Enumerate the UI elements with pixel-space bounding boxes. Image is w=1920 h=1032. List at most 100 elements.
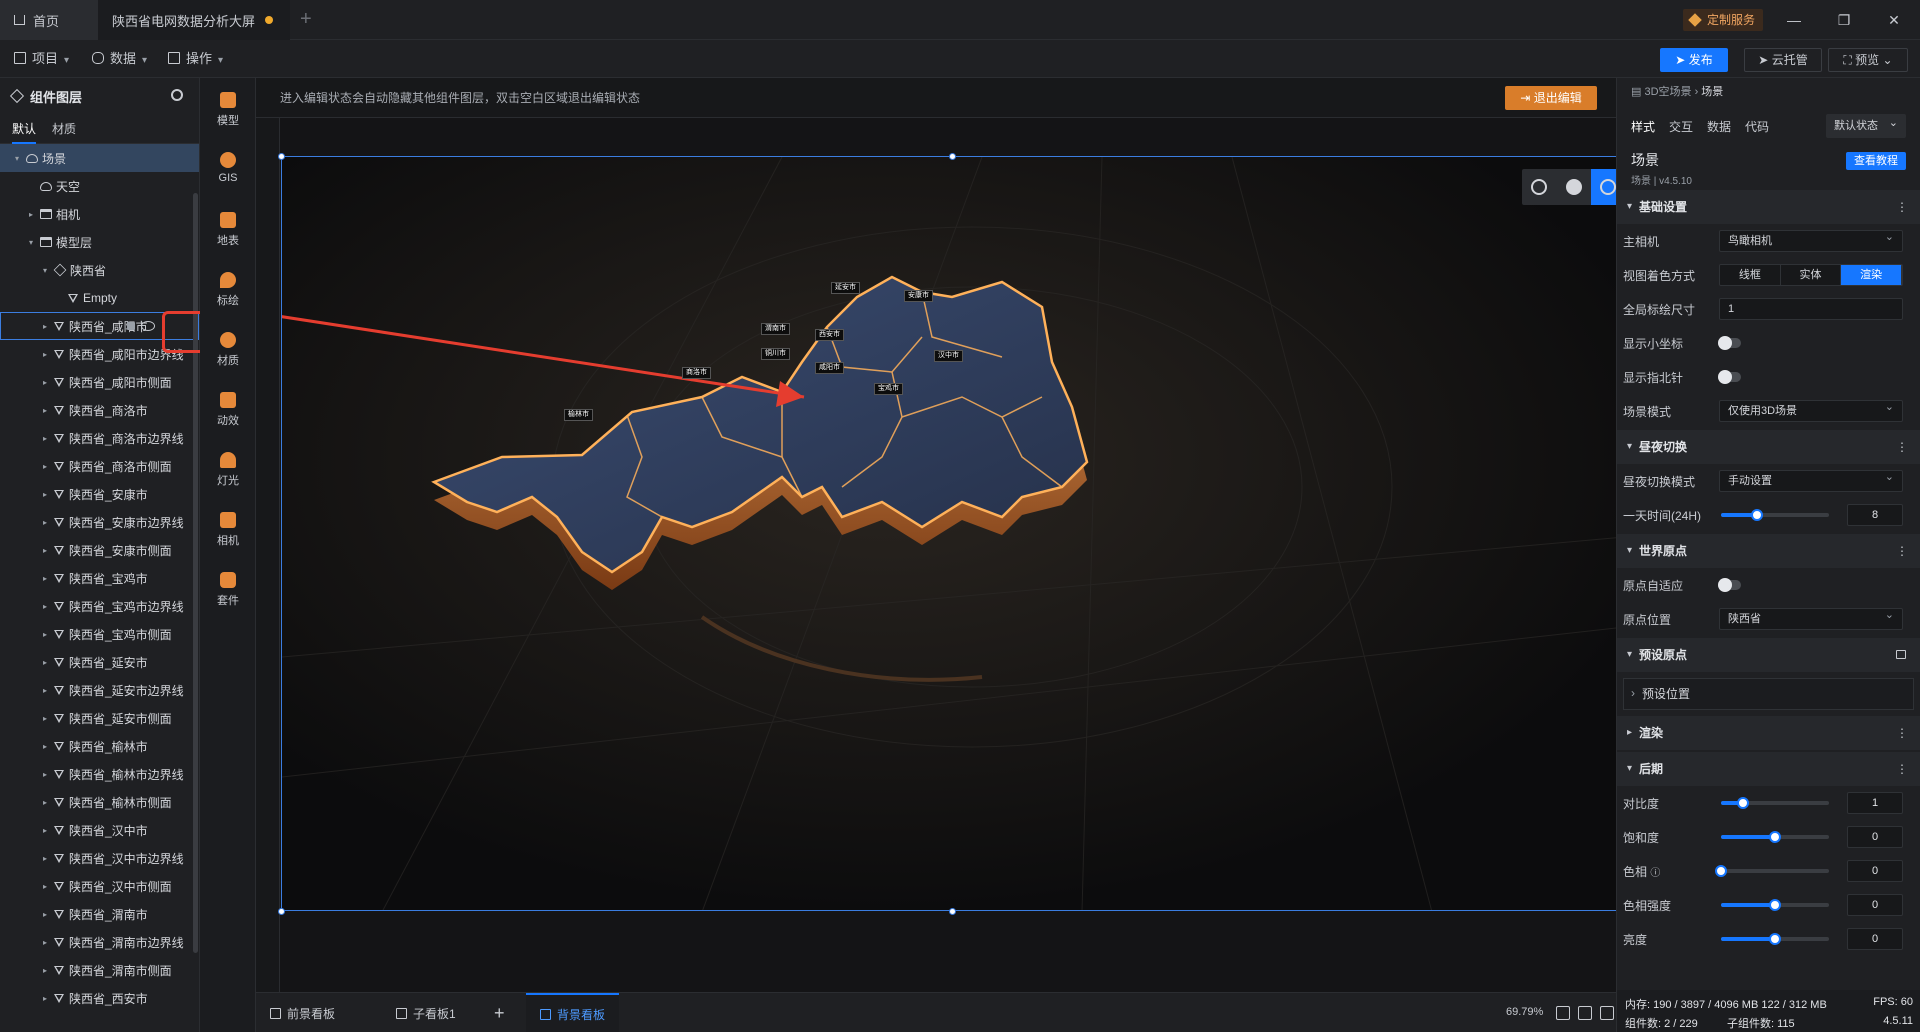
- tree-item[interactable]: ▸ 陕西省_榆林市: [0, 732, 199, 760]
- tree-item[interactable]: ▸ 陕西省_安康市侧面: [0, 536, 199, 564]
- map-label-shangluo[interactable]: 商洛市: [682, 367, 711, 379]
- slider-knob[interactable]: [1750, 509, 1763, 521]
- tree-item[interactable]: ▸ 陕西省_延安市边界线: [0, 676, 199, 704]
- preview-button[interactable]: ⛶ 预览 ⌄: [1828, 48, 1908, 72]
- tree-item[interactable]: ▸ 陕西省_商洛市: [0, 396, 199, 424]
- tree-item[interactable]: ▸ 陕西省_渭南市侧面: [0, 956, 199, 984]
- tree-item[interactable]: ▸ 陕西省_榆林市侧面: [0, 788, 199, 816]
- preset-position-row[interactable]: 预设位置: [1623, 678, 1914, 710]
- search-icon[interactable]: [171, 89, 183, 101]
- tree-item[interactable]: ▸ 陕西省_宝鸡市: [0, 564, 199, 592]
- section-day-night[interactable]: 昼夜切换 ⋮: [1617, 430, 1920, 464]
- restore-icon[interactable]: ❐: [1834, 10, 1854, 30]
- resize-handle[interactable]: [278, 908, 285, 915]
- brightness-input[interactable]: 0: [1847, 928, 1903, 950]
- close-icon[interactable]: ✕: [1884, 10, 1904, 30]
- more-icon[interactable]: ⋮: [1896, 716, 1908, 750]
- tree-item[interactable]: ▸ 陕西省_延安市: [0, 648, 199, 676]
- brightness-slider[interactable]: [1721, 933, 1829, 945]
- tree-item[interactable]: ▸ 陕西省_汉中市边界线: [0, 844, 199, 872]
- tree-item[interactable]: ▸ 陕西省_渭南市边界线: [0, 928, 199, 956]
- editor-canvas[interactable]: 进入编辑状态会自动隐藏其他组件图层，双击空白区域退出编辑状态 ⇥ 退出编辑 延安…: [256, 78, 1616, 992]
- map-label-hanzhong[interactable]: 汉中市: [934, 350, 963, 362]
- fit-screen-icon[interactable]: [1556, 1006, 1570, 1020]
- custom-service-button[interactable]: 定制服务: [1683, 9, 1764, 31]
- tree-item[interactable]: ▸ 陕西省_延安市侧面: [0, 704, 199, 732]
- slider-knob[interactable]: [1769, 831, 1781, 843]
- map-label-xian[interactable]: 西安市: [815, 329, 844, 341]
- board-tab-background[interactable]: 背景看板: [526, 993, 620, 1032]
- tree-item[interactable]: ▸ 陕西省_宝鸡市边界线: [0, 592, 199, 620]
- slider-knob[interactable]: [1715, 865, 1727, 877]
- toolbar-plot[interactable]: 标绘: [200, 266, 256, 316]
- origin-position-select[interactable]: 陕西省: [1719, 605, 1903, 630]
- breadcrumb-root[interactable]: 3D空场景: [1644, 86, 1691, 98]
- tab-project[interactable]: 陕西省电网数据分析大屏: [98, 0, 290, 40]
- publish-button[interactable]: ➤ 发布: [1660, 48, 1728, 72]
- layer-scrollbar[interactable]: [193, 193, 198, 953]
- tab-code[interactable]: 代码: [1745, 118, 1769, 135]
- menu-operate[interactable]: 操作 ▾: [168, 49, 223, 69]
- lock-icon[interactable]: [1896, 650, 1906, 659]
- hue-strength-input[interactable]: 0: [1847, 894, 1903, 916]
- contrast-input[interactable]: 1: [1847, 792, 1903, 814]
- tree-item-scene[interactable]: ▾ 场景: [0, 144, 199, 172]
- tree-item-camera[interactable]: ▸ 相机: [0, 200, 199, 228]
- more-icon[interactable]: ⋮: [1896, 190, 1908, 224]
- hue-input[interactable]: 0: [1847, 860, 1903, 882]
- tree-item[interactable]: ▸ 陕西省_汉中市侧面: [0, 872, 199, 900]
- keyboard-icon[interactable]: [1578, 1006, 1592, 1020]
- tree-item-empty[interactable]: Empty: [0, 284, 199, 312]
- tree-item[interactable]: ▸ 陕西省_商洛市边界线: [0, 424, 199, 452]
- more-icon[interactable]: ⋮: [1896, 752, 1908, 786]
- day-time-slider[interactable]: [1721, 509, 1829, 521]
- board-tab-child[interactable]: 子看板1: [382, 993, 470, 1032]
- tab-style[interactable]: 样式: [1631, 118, 1655, 135]
- tree-item[interactable]: ▸ 陕西省_安康市边界线: [0, 508, 199, 536]
- tree-item[interactable]: ▸ 陕西省_榆林市边界线: [0, 760, 199, 788]
- tab-default[interactable]: 默认: [12, 114, 37, 144]
- daynight-mode-select[interactable]: 手动设置: [1719, 467, 1903, 492]
- state-select[interactable]: 默认状态: [1826, 111, 1906, 138]
- map-label-tongchuan[interactable]: 铜川市: [761, 348, 790, 360]
- terminal-icon[interactable]: [1600, 1006, 1614, 1020]
- tree-item[interactable]: ▸ 陕西省_咸阳市侧面: [0, 368, 199, 396]
- tab-interaction[interactable]: 交互: [1669, 118, 1693, 135]
- zoom-level[interactable]: 69.79%: [1506, 1006, 1543, 1018]
- toolbar-material[interactable]: 材质: [200, 326, 256, 376]
- tree-item[interactable]: ▸ 陕西省_商洛市侧面: [0, 452, 199, 480]
- toolbar-model[interactable]: 模型: [200, 86, 256, 136]
- board-tab-foreground[interactable]: 前景看板: [256, 993, 349, 1032]
- map-label-ankang[interactable]: 安康市: [904, 290, 933, 302]
- tree-item-shaanxi[interactable]: ▾ 陕西省: [0, 256, 199, 284]
- shading-solid[interactable]: 实体: [1780, 265, 1842, 285]
- new-tab-icon[interactable]: +: [300, 8, 312, 31]
- slider-knob[interactable]: [1769, 899, 1781, 911]
- tab-material[interactable]: 材质: [52, 114, 76, 144]
- tree-item[interactable]: ▸ 陕西省_西安市: [0, 984, 199, 1012]
- tree-item[interactable]: ▸ 陕西省_渭南市: [0, 900, 199, 928]
- render-view-button[interactable]: [1591, 169, 1616, 205]
- map-label-yulin[interactable]: 榆林市: [564, 409, 593, 421]
- section-preset-origin[interactable]: 预设原点: [1617, 638, 1920, 672]
- day-time-input[interactable]: 8: [1847, 504, 1903, 526]
- toolbar-camera[interactable]: 相机: [200, 506, 256, 556]
- shading-render[interactable]: 渲染: [1841, 265, 1902, 285]
- toolbar-kit[interactable]: 套件: [200, 566, 256, 616]
- minimize-icon[interactable]: —: [1784, 10, 1804, 30]
- section-render[interactable]: 渲染 ⋮: [1617, 716, 1920, 750]
- tree-item[interactable]: ▸ 陕西省_宝鸡市侧面: [0, 620, 199, 648]
- toolbar-light[interactable]: 灯光: [200, 446, 256, 496]
- menu-data[interactable]: 数据 ▾: [92, 49, 147, 69]
- tab-data[interactable]: 数据: [1707, 118, 1731, 135]
- resize-handle[interactable]: [949, 908, 956, 915]
- saturation-slider[interactable]: [1721, 831, 1829, 843]
- resize-handle[interactable]: [278, 153, 285, 160]
- saturation-input[interactable]: 0: [1847, 826, 1903, 848]
- map-label-yanan[interactable]: 延安市: [831, 282, 860, 294]
- tree-item[interactable]: ▸ 陕西省_汉中市: [0, 816, 199, 844]
- cloud-button[interactable]: ➤ 云托管: [1744, 48, 1822, 72]
- section-post[interactable]: 后期 ⋮: [1617, 752, 1920, 786]
- tree-item[interactable]: ▸ 陕西省_安康市: [0, 480, 199, 508]
- eye-hidden-icon[interactable]: [141, 321, 155, 331]
